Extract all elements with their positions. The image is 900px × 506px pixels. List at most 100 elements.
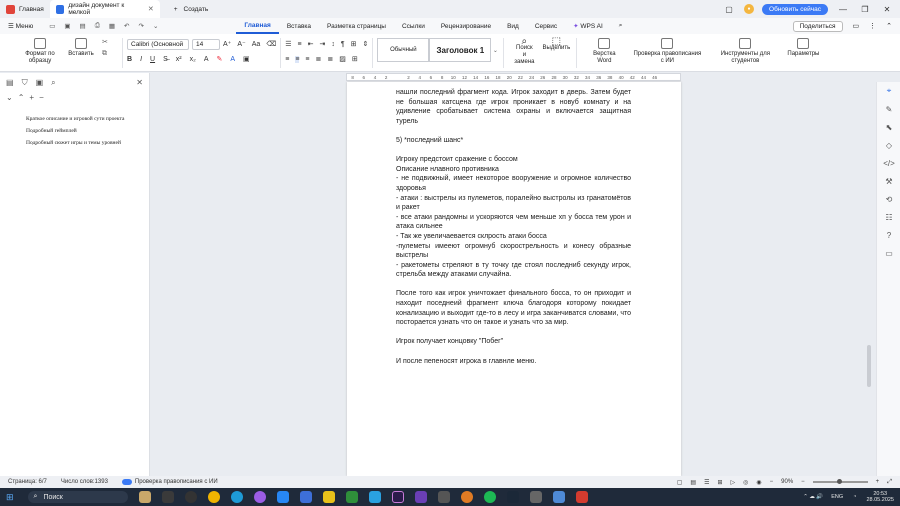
close-panel-icon[interactable]: ✕ — [136, 78, 143, 88]
preview-icon[interactable]: ▦ — [109, 22, 115, 30]
document-paragraph[interactable]: 5) *последний шанс* — [396, 136, 631, 146]
zoom-level[interactable]: 90% — [781, 479, 793, 485]
word-count[interactable]: Число слов:1393 — [61, 479, 108, 485]
save-icon[interactable]: ▣ — [64, 22, 70, 30]
location-icon[interactable]: ⌖ — [877, 82, 900, 100]
document-paragraph[interactable]: И после пепеносят игрока в главнле меню. — [396, 357, 631, 367]
shading-icon[interactable]: ▨ — [339, 55, 346, 63]
visual-studio-icon[interactable] — [414, 491, 427, 503]
zoom-slider-thumb[interactable] — [836, 479, 842, 484]
distribute-icon[interactable]: ≣ — [327, 55, 333, 63]
game-app-icon[interactable] — [345, 491, 358, 503]
blender-icon[interactable] — [460, 491, 473, 503]
share-button[interactable]: Поделиться — [792, 20, 843, 32]
paste-button[interactable]: Вставить — [64, 38, 98, 58]
new-tab-button[interactable]: + Создать — [168, 0, 215, 18]
shrink-font-icon[interactable]: A⁻ — [237, 40, 245, 48]
unity-icon[interactable] — [437, 491, 450, 503]
nav-item[interactable]: Подробный сюжет игры и темы уровней — [0, 137, 149, 149]
bookmark-icon[interactable]: ⛉ — [22, 78, 28, 88]
discord-icon[interactable] — [253, 491, 266, 503]
font-color-icon[interactable]: A — [230, 56, 235, 63]
fit-page-icon[interactable]: ⤢ — [887, 479, 892, 486]
document-paragraph[interactable]: После того как игрок уничтожает финально… — [396, 289, 631, 327]
remove-heading-icon[interactable]: − — [39, 93, 44, 102]
word-layout-button[interactable]: Верстка Word — [581, 38, 627, 65]
align-left-icon[interactable]: ≡ — [285, 56, 289, 63]
document-paragraph[interactable]: Игрок получает концовку "Побег" — [396, 337, 631, 347]
menu-page-layout[interactable]: Разметка страницы — [319, 18, 394, 34]
document-paragraph[interactable]: - не подвижный, имеет некоторое вооружен… — [396, 174, 631, 193]
tab-document[interactable]: дизайн документ к мелкой ✕ — [49, 0, 160, 18]
edge-icon[interactable] — [230, 491, 243, 503]
clear-format-icon[interactable]: ⌫ — [266, 40, 276, 48]
student-tools-button[interactable]: Инструменты для студентов — [707, 38, 783, 65]
media-player-icon[interactable] — [184, 491, 197, 503]
subscript-icon[interactable]: x₂ — [190, 56, 196, 63]
spotify-icon[interactable] — [483, 491, 496, 503]
menu-review[interactable]: Рецензирование — [433, 18, 499, 34]
menu-references[interactable]: Ссылки — [394, 18, 433, 34]
document-paragraph[interactable]: нашли последний фрагмент кода. Игрок зах… — [396, 88, 631, 126]
collapse-ribbon-icon[interactable]: ⌃ — [886, 22, 892, 30]
cut-icon[interactable]: ✂ — [102, 38, 118, 46]
update-button[interactable]: Обновить сейчас — [762, 3, 828, 15]
file-manager-icon[interactable] — [299, 491, 312, 503]
redo-icon[interactable]: ↷ — [139, 22, 144, 30]
change-case-icon[interactable]: Aa — [252, 41, 261, 48]
collapse-icon[interactable]: ⌄ — [6, 93, 13, 102]
steam-icon[interactable] — [506, 491, 519, 503]
wifi-icon[interactable]: ◔ — [853, 494, 856, 500]
ai-spellcheck-button[interactable]: Проверка правописания с ИИ — [627, 38, 707, 65]
line-spacing-icon[interactable]: ⇕ — [362, 40, 368, 48]
bold-icon[interactable]: B — [127, 56, 132, 63]
minimize-icon[interactable]: — — [836, 5, 850, 14]
taskbar-clock[interactable]: 20:53 28.05.2025 — [866, 491, 894, 503]
strikethrough-icon[interactable]: S̶ — [163, 56, 168, 63]
document-paragraph[interactable] — [396, 146, 631, 156]
close-window-icon[interactable]: ✕ — [880, 5, 894, 14]
underline-icon[interactable]: U — [150, 56, 155, 63]
document-paragraph[interactable]: -пулеметы имееют огромнуб скорострельнос… — [396, 242, 631, 261]
taskbar-search[interactable]: ⌕ Поиск — [27, 491, 128, 503]
code-icon[interactable]: </> — [877, 154, 900, 172]
tools-icon[interactable]: ⚒ — [877, 172, 900, 190]
main-menu-button[interactable]: ☰ Меню — [0, 18, 41, 34]
search-icon[interactable]: ⌕ — [51, 78, 55, 88]
horizontal-ruler[interactable]: 8 6 4 2 2 4 6 8 10 12 14 16 18 20 22 24 26 28 30 32 34 36 38 40… — [346, 73, 681, 81]
read-mode-icon[interactable]: ▢ — [677, 479, 683, 486]
parameters-button[interactable]: Параметры — [783, 38, 823, 58]
document-paragraph[interactable] — [396, 280, 631, 290]
photoshop-icon[interactable] — [391, 491, 404, 503]
menu-tools[interactable]: Сервис — [527, 18, 565, 34]
text-effect-icon[interactable]: A — [204, 56, 209, 63]
font-name-select[interactable]: Calibri (Основной — [127, 38, 189, 50]
grow-font-icon[interactable]: A⁺ — [223, 40, 231, 48]
nav-item[interactable]: Краткое описание и игровой сути проекта — [0, 113, 149, 125]
history-icon[interactable]: ⟲ — [877, 190, 900, 208]
tab-home[interactable]: Главная — [0, 0, 50, 18]
file-explorer-icon[interactable] — [138, 491, 151, 503]
nav-item[interactable]: Подробный геймплей — [0, 125, 149, 137]
select-button[interactable]: ⬚ Выделить — [540, 37, 572, 52]
page-counter[interactable]: Страница: 6/7 — [8, 479, 47, 485]
close-tab-icon[interactable]: ✕ — [148, 5, 154, 13]
globe-icon[interactable]: ◎ — [743, 479, 748, 486]
style-heading-1[interactable]: Заголовок 1 — [429, 38, 492, 62]
document-page[interactable]: нашли последний фрагмент кода. Игрок зах… — [347, 82, 681, 476]
indent-icon[interactable]: ⇥ — [319, 40, 325, 48]
zoom-slider[interactable] — [812, 479, 868, 484]
superscript-icon[interactable]: x² — [176, 56, 182, 63]
document-paragraph[interactable]: - Так же увеличаевается склрость атаки б… — [396, 232, 631, 242]
document-paragraph[interactable] — [396, 328, 631, 338]
undo-icon[interactable]: ↶ — [124, 22, 129, 30]
style-normal[interactable]: Обычный — [377, 38, 430, 62]
expand-icon[interactable]: ⌃ — [18, 93, 25, 102]
document-paragraph[interactable] — [396, 126, 631, 136]
ai-spellcheck-toggle[interactable]: Проверка правописания с ИИ — [121, 479, 218, 485]
outdent-icon[interactable]: ⇤ — [308, 40, 314, 48]
bullets-icon[interactable]: ☰ — [285, 40, 291, 48]
terminal-icon[interactable] — [529, 491, 542, 503]
document-text[interactable]: нашли последний фрагмент кода. Игрок зах… — [396, 88, 631, 366]
zoom-minus-icon[interactable]: − — [801, 479, 805, 485]
